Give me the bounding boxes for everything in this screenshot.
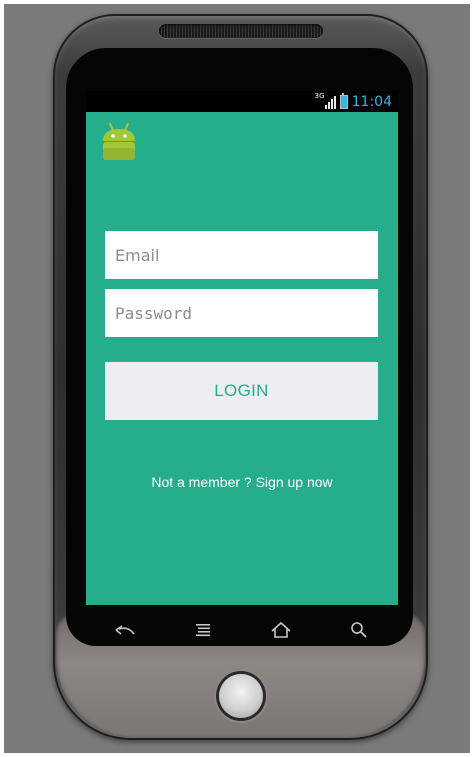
earpiece-speaker xyxy=(159,24,323,38)
back-arrow-icon[interactable] xyxy=(105,615,145,645)
login-button[interactable]: LOGIN xyxy=(105,362,378,420)
navigation-bar xyxy=(86,605,398,655)
battery-icon xyxy=(339,92,348,109)
hardware-home-button[interactable] xyxy=(219,674,263,718)
android-robot-icon xyxy=(99,121,139,161)
status-bar: 3G 11:04 xyxy=(86,91,398,112)
menu-icon[interactable] xyxy=(183,615,223,645)
status-time: 11:04 xyxy=(351,93,392,110)
home-icon[interactable] xyxy=(261,615,301,645)
app-screen xyxy=(86,91,398,605)
signal-icon: 3G xyxy=(315,92,336,109)
email-field[interactable] xyxy=(105,231,378,279)
signup-link[interactable]: Not a member ? Sign up now xyxy=(86,474,398,490)
search-icon[interactable] xyxy=(339,615,379,645)
network-type: 3G xyxy=(314,91,325,100)
password-field[interactable] xyxy=(105,289,378,337)
